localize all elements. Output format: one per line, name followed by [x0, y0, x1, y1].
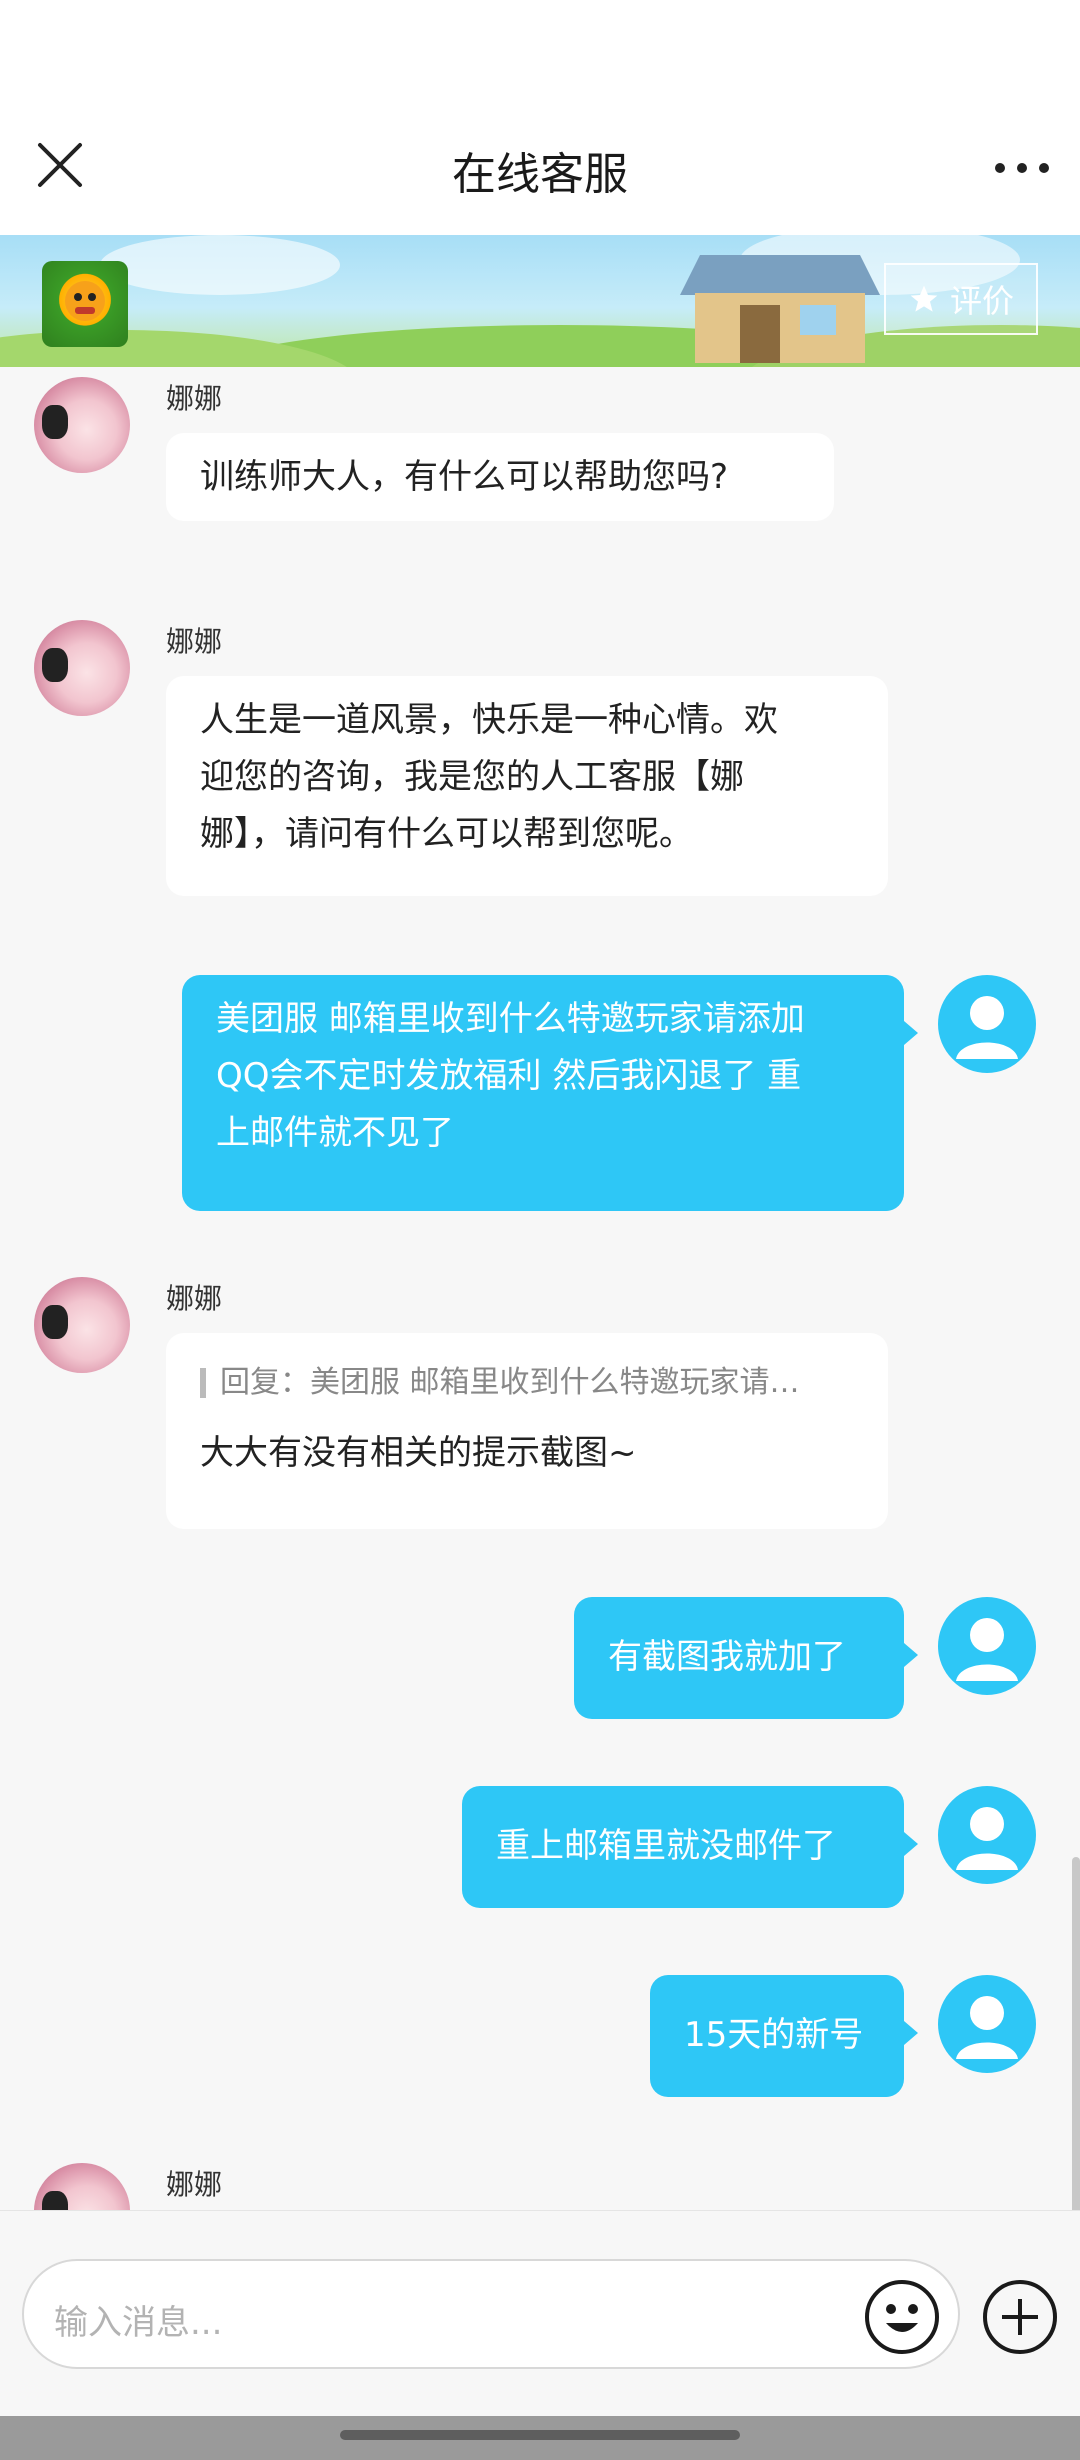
message-text: 有截图我就加了	[608, 1637, 846, 1677]
bubble-tail	[904, 1832, 918, 1856]
message-line: QQ会不定时发放福利 然后我闪退了 重	[216, 1056, 802, 1096]
bubble-tail	[904, 2021, 918, 2045]
message-input[interactable]: 输入消息...	[22, 2259, 960, 2369]
agent-bubble[interactable]: 人生是一道风景，快乐是一种心情。欢 迎您的咨询，我是您的人工客服【娜 娜】，请问…	[166, 676, 888, 896]
chat-list[interactable]: 娜娜 训练师大人，有什么可以帮助您吗? 娜娜 人生是一道风景，快乐是一种心情。欢…	[0, 367, 1080, 2210]
message-line: 娜】，请问有什么可以帮到您呢。	[200, 814, 693, 854]
user-avatar[interactable]	[938, 1975, 1036, 2073]
chat-message-agent: 娜娜 训练师大人，有什么可以帮助您吗?	[0, 367, 1080, 567]
message-text: 重上邮箱里就没邮件了	[496, 1826, 836, 1866]
user-bubble[interactable]: 有截图我就加了	[574, 1597, 918, 1719]
chat-message-user: 有截图我就加了	[0, 1597, 1080, 1727]
user-silhouette-icon	[956, 1807, 1018, 1870]
message-text: 15天的新号	[684, 2015, 864, 2055]
emoji-button[interactable]	[862, 2277, 942, 2357]
emoji-icon	[865, 2280, 939, 2354]
game-banner: 评价	[0, 235, 1080, 367]
bubble-tail	[904, 1021, 918, 1045]
message-line: 迎您的咨询，我是您的人工客服【娜	[200, 757, 744, 797]
game-logo	[42, 261, 128, 347]
message-line: 上邮件就不见了	[216, 1113, 454, 1153]
message-text: 大大有没有相关的提示截图~	[200, 1433, 637, 1473]
user-avatar[interactable]	[938, 1786, 1036, 1884]
quote-bar	[200, 1368, 206, 1398]
plus-button[interactable]	[980, 2277, 1060, 2357]
input-placeholder: 输入消息...	[54, 2303, 223, 2343]
quote-text: 回复：美团服 邮箱里收到什么特邀玩家请…	[220, 1365, 800, 1400]
more-dots-icon	[995, 163, 1049, 173]
message-line: 人生是一道风景，快乐是一种心情。欢	[200, 700, 778, 740]
user-silhouette-icon	[956, 1618, 1018, 1681]
agent-name: 娜娜	[166, 382, 223, 415]
more-button[interactable]	[992, 148, 1052, 188]
chat-message-user: 重上邮箱里就没邮件了	[0, 1786, 1080, 1916]
user-bubble[interactable]: 重上邮箱里就没邮件了	[462, 1786, 918, 1908]
message-composer: 输入消息...	[0, 2210, 1080, 2417]
user-avatar[interactable]	[938, 1597, 1036, 1695]
home-indicator[interactable]	[340, 2430, 740, 2440]
chat-message-user: 15天的新号	[0, 1975, 1080, 2105]
chat-scrollbar[interactable]	[1072, 1857, 1080, 2210]
user-bubble[interactable]: 美团服 邮箱里收到什么特邀玩家请添加 QQ会不定时发放福利 然后我闪退了 重 上…	[182, 975, 918, 1211]
chat-message-agent: 娜娜	[0, 2153, 1080, 2210]
agent-avatar[interactable]	[34, 2163, 130, 2210]
top-bar: 在线客服	[0, 0, 1080, 235]
star-icon	[910, 285, 938, 312]
reply-quote[interactable]: 回复：美团服 邮箱里收到什么特邀玩家请…	[200, 1363, 854, 1403]
user-avatar[interactable]	[938, 975, 1036, 1073]
rate-button[interactable]: 评价	[884, 263, 1038, 335]
user-silhouette-icon	[956, 1996, 1018, 2059]
sunflower-face-icon	[65, 281, 105, 321]
agent-name: 娜娜	[166, 1282, 223, 1315]
message-text: 训练师大人，有什么可以帮助您吗?	[200, 457, 729, 497]
agent-avatar[interactable]	[34, 620, 130, 716]
system-nav-bar	[0, 2416, 1080, 2460]
agent-bubble[interactable]: 回复：美团服 邮箱里收到什么特邀玩家请… 大大有没有相关的提示截图~	[166, 1333, 888, 1529]
agent-avatar[interactable]	[34, 377, 130, 473]
user-silhouette-icon	[956, 996, 1018, 1059]
chat-message-agent: 娜娜 人生是一道风景，快乐是一种心情。欢 迎您的咨询，我是您的人工客服【娜 娜】…	[0, 610, 1080, 910]
chat-message-agent: 娜娜 回复：美团服 邮箱里收到什么特邀玩家请… 大大有没有相关的提示截图~	[0, 1267, 1080, 1529]
agent-name: 娜娜	[166, 625, 223, 658]
agent-name: 娜娜	[166, 2168, 223, 2201]
bubble-tail	[904, 1643, 918, 1667]
agent-bubble[interactable]: 训练师大人，有什么可以帮助您吗?	[166, 433, 834, 521]
chat-message-user: 美团服 邮箱里收到什么特邀玩家请添加 QQ会不定时发放福利 然后我闪退了 重 上…	[0, 975, 1080, 1215]
user-bubble[interactable]: 15天的新号	[650, 1975, 918, 2097]
page-title: 在线客服	[452, 149, 628, 200]
plus-icon	[983, 2280, 1057, 2354]
rate-label: 评价	[949, 282, 1014, 320]
agent-avatar[interactable]	[34, 1277, 130, 1373]
message-line: 美团服 邮箱里收到什么特邀玩家请添加	[216, 999, 805, 1039]
